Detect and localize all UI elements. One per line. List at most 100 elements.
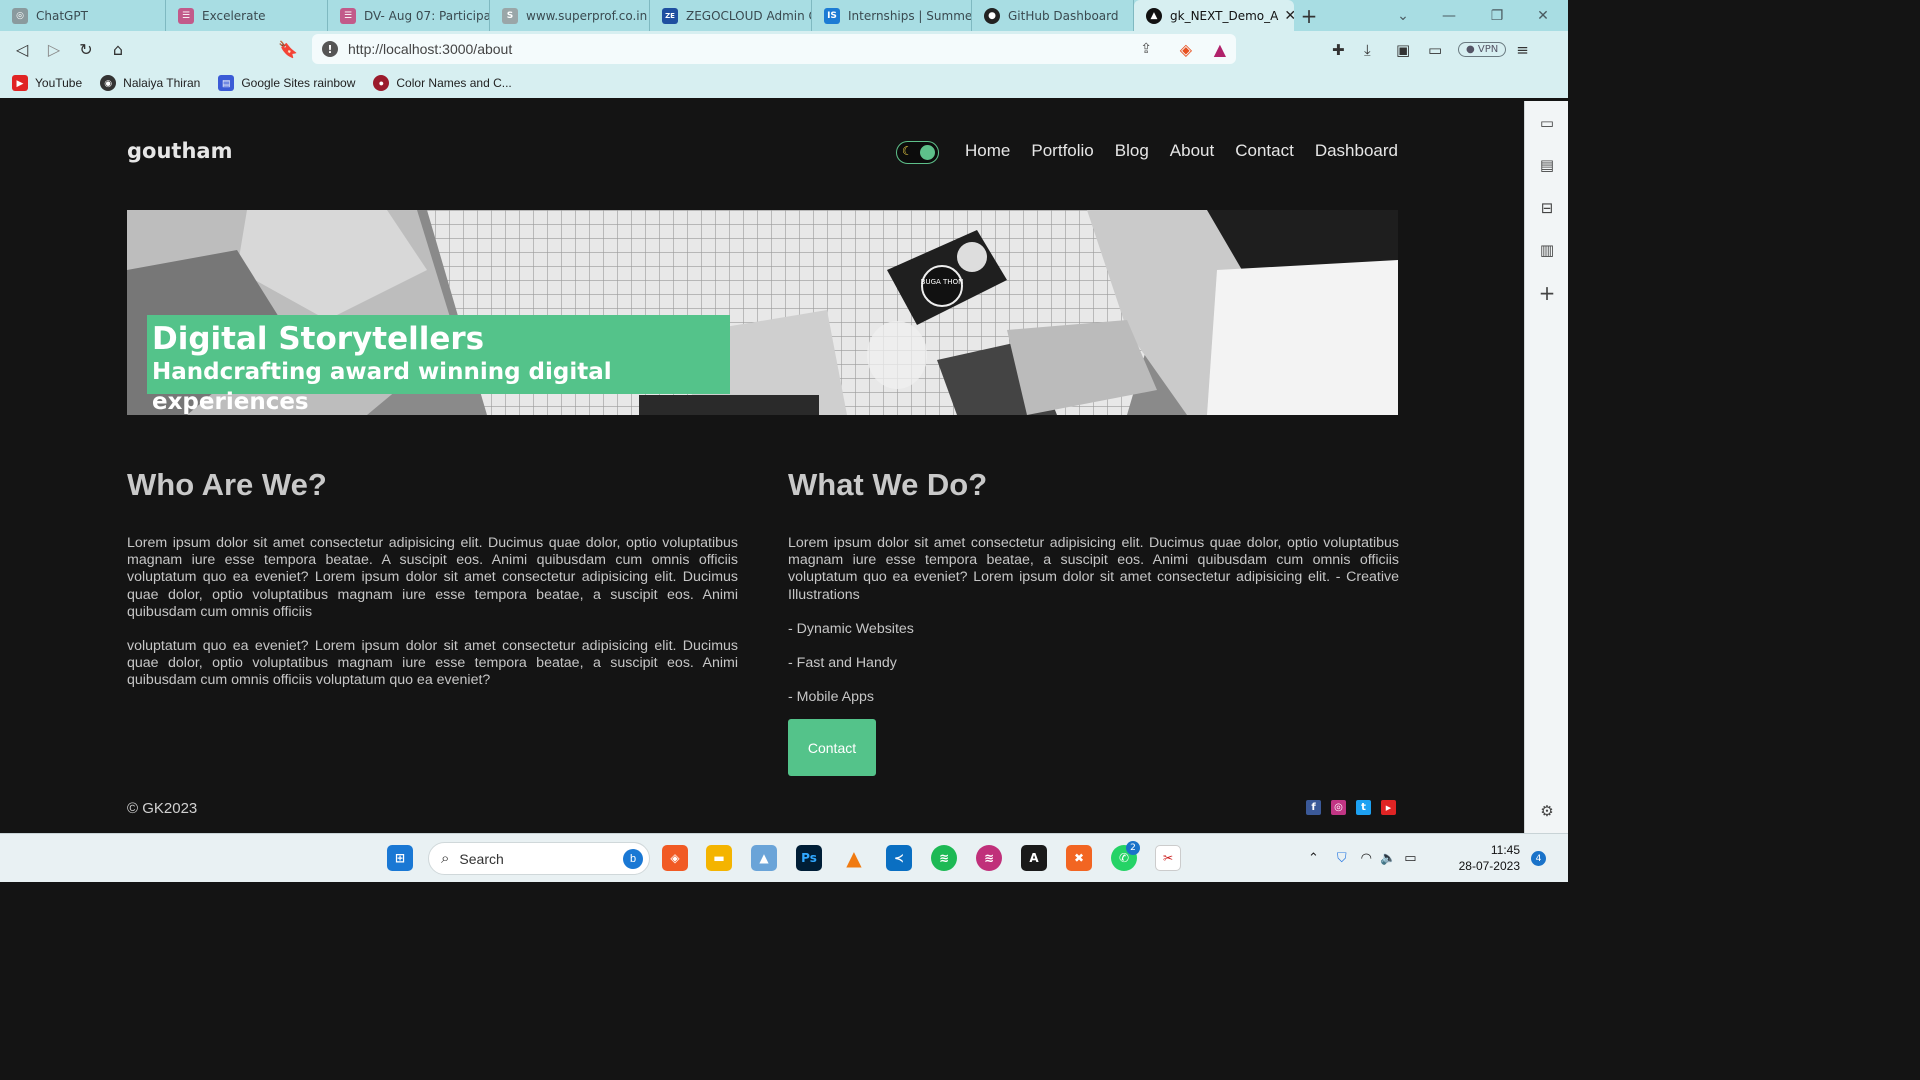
tab-superprof[interactable]: S www.superprof.co.in [490, 0, 650, 31]
bugathon-sticker: BUGA THON [921, 278, 964, 286]
tab-zegocloud[interactable]: ZE ZEGOCLOUD Admin C [650, 0, 812, 31]
share-icon[interactable]: ⇪ [1140, 41, 1152, 57]
windows-taskbar: ⊞ ⌕ Search b ◈ ▬ ▲ Ps ▲ ≺ ≋ ≋ A ✖ ✆ 2 ✂ … [0, 833, 1568, 882]
nav-home[interactable]: Home [965, 141, 1010, 161]
add-panel-icon[interactable]: + [1537, 281, 1557, 305]
battery-icon[interactable]: ▭ [1404, 851, 1416, 866]
theme-toggle[interactable]: ☾ [896, 141, 939, 164]
contact-button[interactable]: Contact [788, 719, 876, 776]
bing-icon[interactable]: b [623, 849, 643, 869]
instagram-icon[interactable]: ◎ [1331, 800, 1346, 815]
back-icon[interactable]: ◁ [6, 34, 38, 66]
tab-dv[interactable]: ☰ DV- Aug 07: Participan [328, 0, 490, 31]
close-window-button[interactable]: ✕ [1520, 0, 1566, 31]
color-wheel-icon: ● [373, 75, 390, 91]
acrobat-icon[interactable]: A [1021, 845, 1047, 871]
video-call-icon[interactable]: ▭ [1537, 113, 1557, 133]
taskbar-search[interactable]: ⌕ Search b [428, 842, 650, 875]
list-icon: ☰ [178, 7, 194, 24]
chatgpt-icon: ◎ [12, 7, 28, 24]
bookmark-youtube[interactable]: ▶ YouTube [12, 75, 82, 91]
what-section: What We Do? Lorem ipsum dolor sit amet c… [788, 467, 1399, 706]
moon-icon: ☾ [902, 144, 913, 158]
spotify-icon[interactable]: ≋ [931, 845, 957, 871]
tab-gk-next-demo[interactable]: ▲ gk_NEXT_Demo_A ✕ [1134, 0, 1294, 31]
wifi-icon[interactable]: ◠ [1361, 851, 1372, 866]
reading-list-icon[interactable]: ▥ [1537, 240, 1557, 260]
list-icon: ☰ [340, 7, 356, 24]
spotify-alt-icon[interactable]: ≋ [976, 845, 1002, 871]
tab-title: DV- Aug 07: Participan [364, 8, 490, 23]
bookmark-color-names[interactable]: ● Color Names and C... [373, 75, 512, 91]
tab-chatgpt[interactable]: ◎ ChatGPT [0, 0, 166, 31]
forward-icon[interactable]: ▷ [38, 34, 70, 66]
bookmark-nalaiya-thiran[interactable]: ◉ Nalaiya Thiran [100, 75, 200, 91]
tab-title: Excelerate [202, 8, 266, 23]
nav-contact[interactable]: Contact [1235, 141, 1294, 161]
nav-portfolio[interactable]: Portfolio [1031, 141, 1093, 161]
reload-icon[interactable]: ↻ [70, 34, 102, 66]
downloads-icon[interactable]: ⤓ [1364, 41, 1384, 59]
xampp-icon[interactable]: ✖ [1066, 845, 1092, 871]
chevron-up-icon[interactable]: ⌃ [1308, 851, 1319, 866]
nav-dashboard[interactable]: Dashboard [1315, 141, 1398, 161]
tab-github[interactable]: ● GitHub Dashboard [972, 0, 1134, 31]
minimize-button[interactable]: — [1426, 0, 1472, 31]
bookmarks-icon[interactable]: ⊟ [1537, 198, 1557, 218]
tab-search-icon[interactable]: ⌄ [1380, 0, 1426, 31]
system-tray: ⌃ ⛉ ◠ 🔈 ▭ [1308, 834, 1417, 883]
brave-shield-icon[interactable]: ◈ [1180, 40, 1192, 59]
tab-internships[interactable]: IS Internships | Summer I [812, 0, 972, 31]
url-text: http://localhost:3000/about [348, 41, 513, 57]
menu-icon[interactable]: ≡ [1516, 41, 1529, 59]
notification-count[interactable]: 4 [1531, 851, 1546, 866]
globe-icon: ◉ [100, 75, 117, 91]
bookmark-google-sites[interactable]: ▤ Google Sites rainbow [218, 75, 355, 91]
bookmarks-bar: ▶ YouTube ◉ Nalaiya Thiran ▤ Google Site… [0, 68, 1568, 98]
brave-browser-icon[interactable]: ◈ [662, 845, 688, 871]
tab-excelerate[interactable]: ☰ Excelerate [166, 0, 328, 31]
photoshop-icon[interactable]: Ps [796, 845, 822, 871]
youtube-icon[interactable]: ▶ [1381, 800, 1396, 815]
photos-icon[interactable]: ▲ [751, 845, 777, 871]
github-icon: ● [984, 7, 1000, 24]
sidebar-toggle-icon[interactable]: ▣ [1396, 41, 1416, 59]
vpn-button[interactable]: ● VPN [1458, 42, 1507, 57]
brave-rewards-icon[interactable]: ▲ [1214, 40, 1226, 59]
vscode-icon[interactable]: ≺ [886, 845, 912, 871]
toggle-knob [920, 145, 935, 160]
bookmark-icon[interactable]: 🔖 [272, 34, 304, 66]
new-tab-button[interactable]: + [1294, 4, 1324, 28]
wallet-icon[interactable]: ▤ [1537, 155, 1557, 175]
close-tab-icon[interactable]: ✕ [1278, 8, 1294, 24]
security-shield-icon[interactable]: ⛉ [1337, 851, 1347, 866]
whatsapp-badge: 2 [1126, 841, 1140, 855]
twitter-icon[interactable]: t [1356, 800, 1371, 815]
restore-button[interactable]: ❐ [1474, 0, 1520, 31]
home-icon[interactable]: ⌂ [102, 34, 134, 66]
service-item: - Fast and Handy [788, 655, 897, 672]
main-nav: Home Portfolio Blog About Contact Dashbo… [944, 141, 1398, 161]
hero-caption: Digital Storytellers Handcrafting award … [147, 315, 730, 415]
volume-icon[interactable]: 🔈 [1380, 851, 1396, 866]
what-heading: What We Do? [788, 467, 988, 502]
start-windows-icon[interactable]: ⊞ [387, 845, 413, 871]
wallet-icon[interactable]: ▭ [1428, 41, 1448, 59]
site-logo[interactable]: goutham [127, 139, 232, 163]
nav-blog[interactable]: Blog [1115, 141, 1149, 161]
file-explorer-icon[interactable]: ▬ [706, 845, 732, 871]
facebook-icon[interactable]: f [1306, 800, 1321, 815]
snipping-tool-icon[interactable]: ✂ [1155, 845, 1181, 871]
vlc-icon[interactable]: ▲ [841, 845, 867, 871]
toolbar-actions: ✚ ⤓ ▣ ▭ ● VPN ≡ [1332, 31, 1529, 68]
taskbar-clock[interactable]: 11:45 28-07-2023 [1454, 842, 1520, 874]
social-links: f ◎ t ▶ [1306, 800, 1406, 815]
who-section: Who Are We? Lorem ipsum dolor sit amet c… [127, 467, 738, 690]
vpn-label: VPN [1477, 44, 1499, 55]
extensions-icon[interactable]: ✚ [1332, 41, 1352, 59]
site-info-icon[interactable]: ! [322, 41, 338, 57]
settings-gear-icon[interactable]: ⚙ [1537, 801, 1557, 821]
nav-about[interactable]: About [1170, 141, 1214, 161]
address-bar[interactable]: ! http://localhost:3000/about ⇪ ◈ ▲ [312, 34, 1236, 64]
tab-title: gk_NEXT_Demo_A [1170, 8, 1279, 23]
